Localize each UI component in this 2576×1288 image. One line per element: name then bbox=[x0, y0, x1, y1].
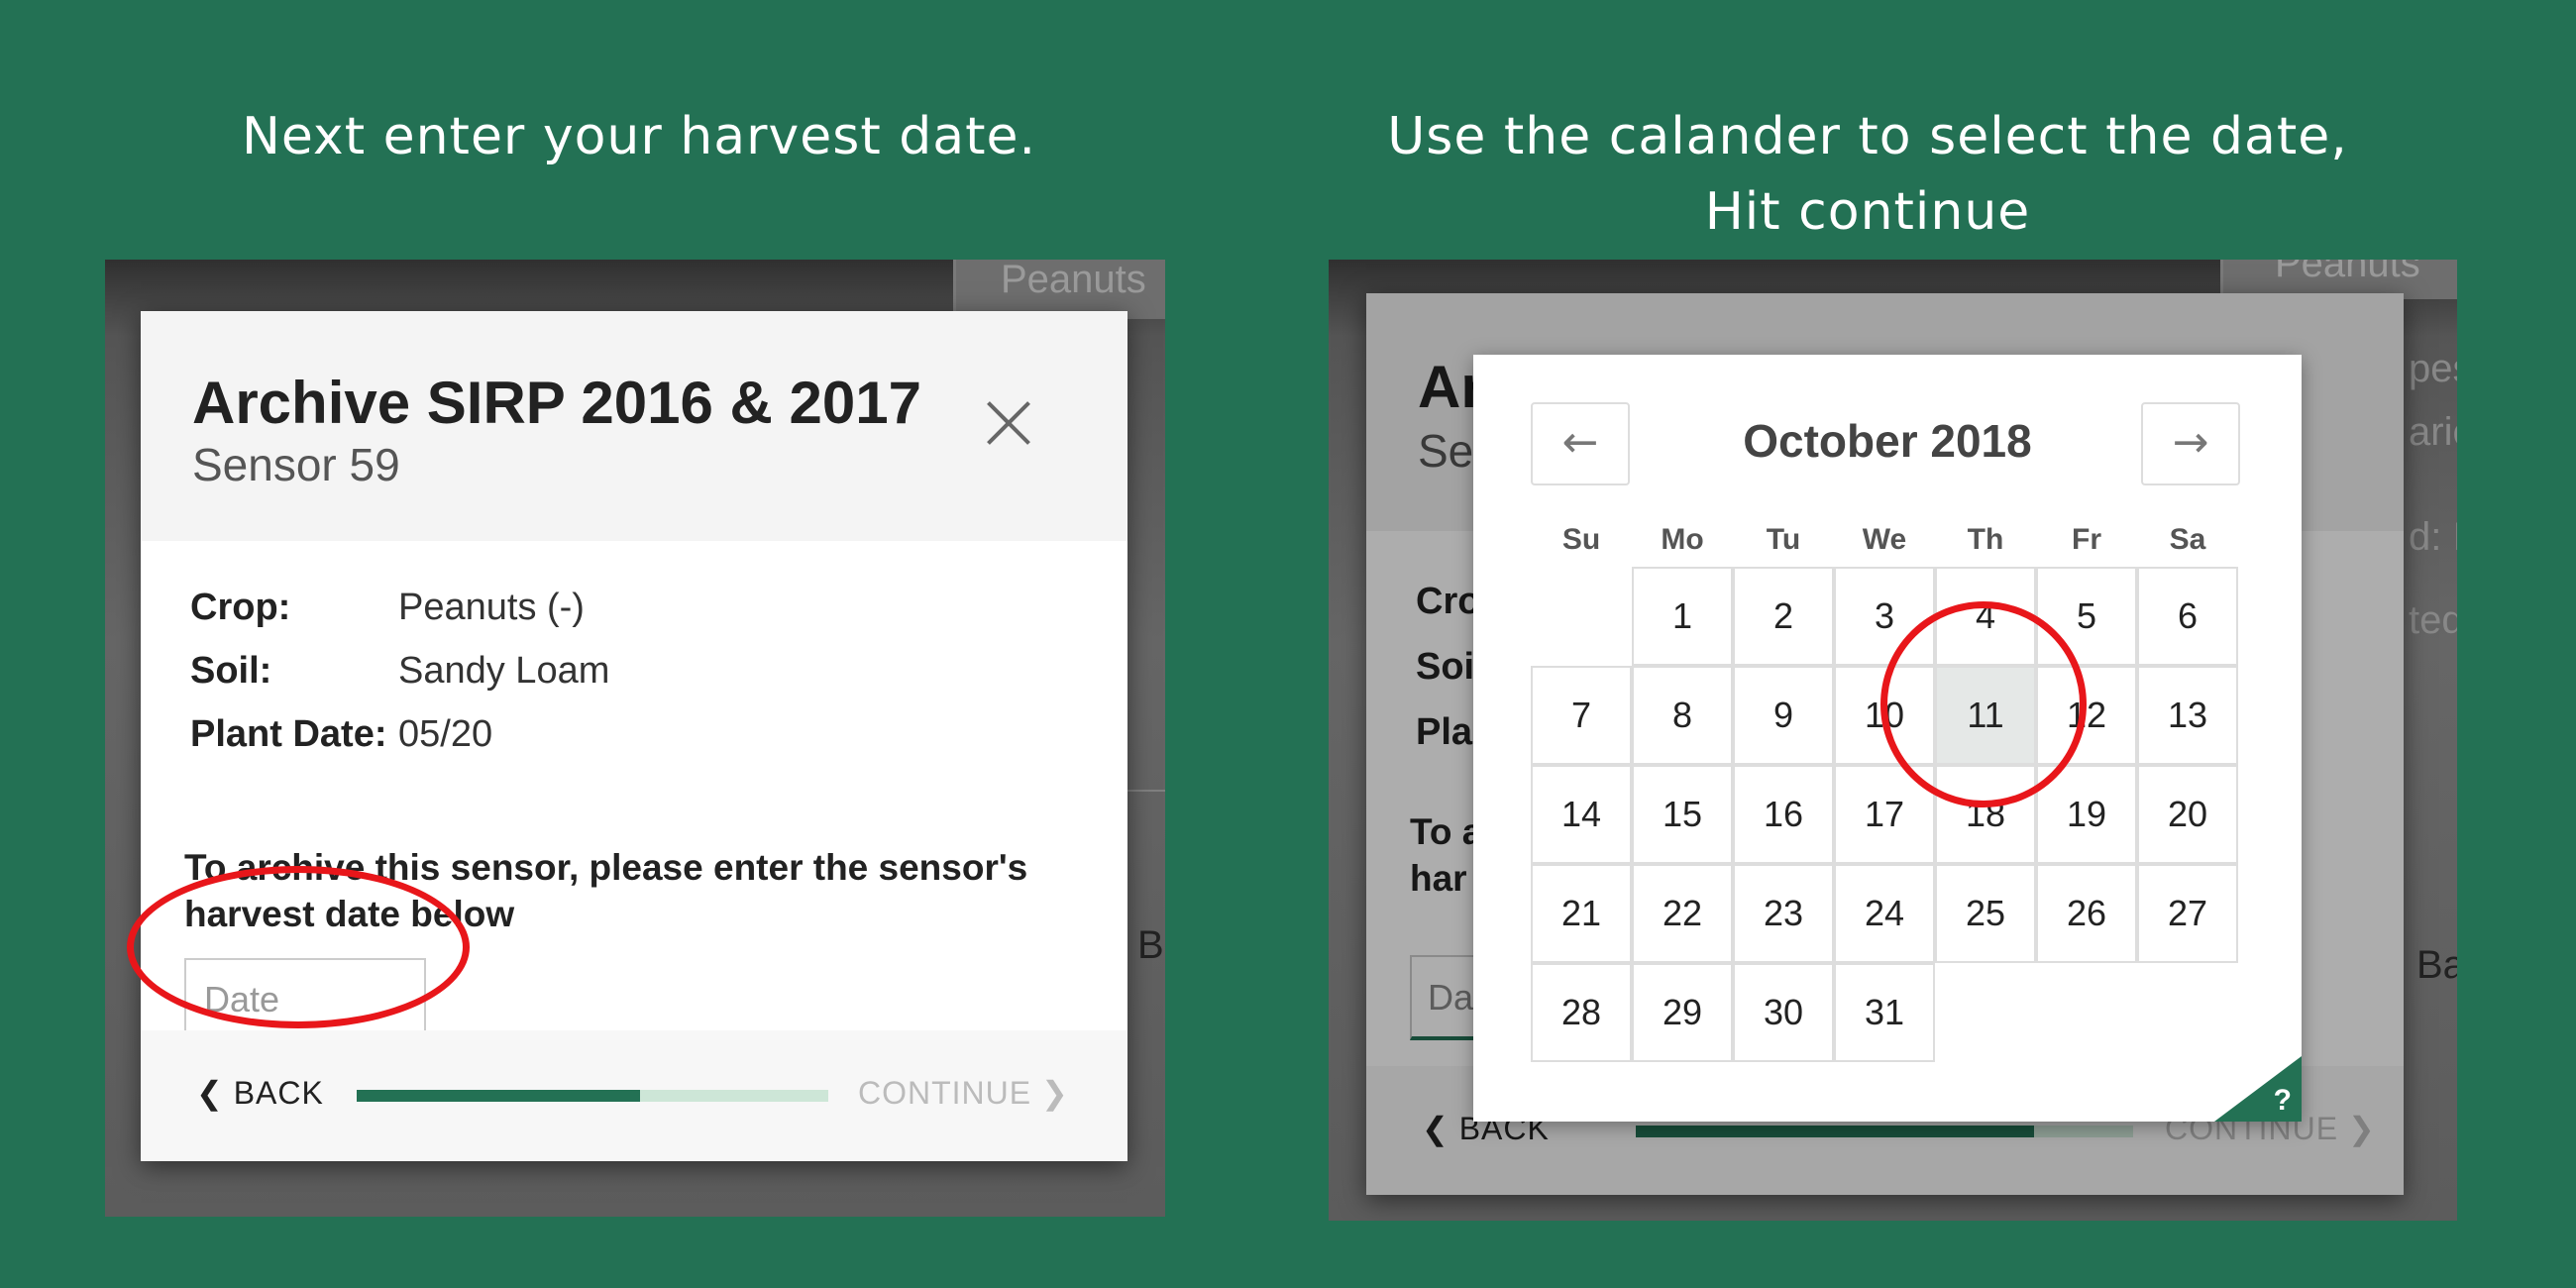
soil-value: Sandy Loam bbox=[398, 650, 610, 692]
progress-bar bbox=[357, 1090, 828, 1102]
calendar-day[interactable]: 1 bbox=[1632, 567, 1733, 666]
progress-fill bbox=[357, 1090, 640, 1102]
back-button[interactable]: ❮ BACK bbox=[196, 1074, 324, 1112]
calendar-day[interactable]: 25 bbox=[1935, 864, 2036, 963]
continue-label: CONTINUE bbox=[858, 1075, 1032, 1111]
weekday-label: Sa bbox=[2169, 523, 2206, 556]
archive-modal: Archive SIRP 2016 & 2017 Sensor 59 Crop:… bbox=[141, 311, 1127, 1161]
bg-right-text-1: pes bbox=[2409, 347, 2457, 390]
calendar-day[interactable]: 24 bbox=[1834, 864, 1935, 963]
screenshot-left: Peanuts Ba Archive SIRP 2016 & 2017 Sens… bbox=[105, 260, 1165, 1217]
bg-partial-text: Ba bbox=[2416, 943, 2457, 987]
crop-value: Peanuts (-) bbox=[398, 587, 585, 628]
calendar-day[interactable]: 7 bbox=[1531, 666, 1632, 765]
modal-subtitle: Sensor 59 bbox=[192, 439, 400, 490]
calendar-day[interactable]: 6 bbox=[2137, 567, 2238, 666]
plant-date-row: Plant Date: 05/20 bbox=[190, 713, 492, 756]
modal-header: Archive SIRP 2016 & 2017 Sensor 59 bbox=[141, 311, 1127, 541]
chevron-left-icon: ❮ bbox=[196, 1075, 234, 1111]
bg-right-text-3: d: I bbox=[2409, 515, 2457, 559]
plant-date-value: 05/20 bbox=[398, 713, 493, 755]
bg-right-text-4: ted bbox=[2409, 598, 2457, 642]
help-icon[interactable]: ? bbox=[2274, 1084, 2292, 1118]
weekday-label: Fr bbox=[2072, 523, 2101, 556]
caption-right-line1: Use the calander to select the date, bbox=[1387, 107, 2348, 166]
arrow-right-icon: → bbox=[2172, 417, 2209, 468]
bg-divider bbox=[1127, 790, 1165, 792]
next-month-button[interactable]: → bbox=[2141, 402, 2240, 485]
soil-label: Soil: bbox=[190, 650, 272, 692]
calendar-day[interactable]: 16 bbox=[1733, 765, 1834, 864]
caption-right: Use the calander to select the date, Hit… bbox=[1328, 99, 2408, 250]
calendar-day[interactable]: 23 bbox=[1733, 864, 1834, 963]
calendar-day[interactable]: 14 bbox=[1531, 765, 1632, 864]
calendar-day[interactable]: 29 bbox=[1632, 963, 1733, 1062]
bg-partial-text: Ba bbox=[1137, 923, 1165, 967]
close-icon[interactable] bbox=[983, 398, 1032, 448]
bg-crop-tab-label: Peanuts bbox=[1001, 260, 1146, 301]
bg-right-text-2: arie bbox=[2409, 410, 2457, 454]
plant-date-label: Plant Date: bbox=[190, 713, 387, 755]
calendar-day[interactable]: 27 bbox=[2137, 864, 2238, 963]
calendar-day[interactable]: 8 bbox=[1632, 666, 1733, 765]
weekday-label: We bbox=[1862, 523, 1907, 556]
calendar-day[interactable]: 20 bbox=[2137, 765, 2238, 864]
calendar-day[interactable]: 30 bbox=[1733, 963, 1834, 1062]
weekday-label: Mo bbox=[1661, 523, 1704, 556]
crop-row: Crop: Peanuts (-) bbox=[190, 587, 585, 629]
calendar-day[interactable]: 31 bbox=[1834, 963, 1935, 1062]
modal-title: Archive SIRP 2016 & 2017 bbox=[192, 370, 922, 436]
highlight-circle-date-input bbox=[127, 866, 470, 1028]
calendar-day[interactable]: 2 bbox=[1733, 567, 1834, 666]
soil-row: Soil: Sandy Loam bbox=[190, 650, 609, 693]
crop-label: Crop: bbox=[190, 587, 291, 628]
calendar-day[interactable]: 21 bbox=[1531, 864, 1632, 963]
weekday-label: Su bbox=[1561, 523, 1601, 556]
calendar-day[interactable]: 28 bbox=[1531, 963, 1632, 1062]
highlight-circle-selected-day bbox=[1880, 601, 2087, 807]
caption-left: Next enter your harvest date. bbox=[241, 107, 1037, 166]
calendar-day[interactable]: 13 bbox=[2137, 666, 2238, 765]
caption-right-line2: Hit continue bbox=[1704, 182, 2031, 242]
calendar-day[interactable]: 26 bbox=[2036, 864, 2137, 963]
weekday-label: Th bbox=[1967, 523, 2004, 556]
chevron-right-icon: ❯ bbox=[1031, 1075, 1069, 1111]
bg-crop-tab-label: Peanuts bbox=[2275, 260, 2420, 285]
calendar-day[interactable]: 22 bbox=[1632, 864, 1733, 963]
calendar-day[interactable]: 9 bbox=[1733, 666, 1834, 765]
modal-footer: ❮ BACK CONTINUE ❯ bbox=[141, 1030, 1127, 1161]
continue-button[interactable]: CONTINUE ❯ bbox=[858, 1074, 1069, 1112]
weekday-label: Tu bbox=[1766, 523, 1801, 556]
calendar-day[interactable]: 15 bbox=[1632, 765, 1733, 864]
screenshot-right: Peanuts Ba pes arie d: I ted Ar Se Cro S… bbox=[1329, 260, 2457, 1221]
back-label: BACK bbox=[233, 1075, 324, 1111]
